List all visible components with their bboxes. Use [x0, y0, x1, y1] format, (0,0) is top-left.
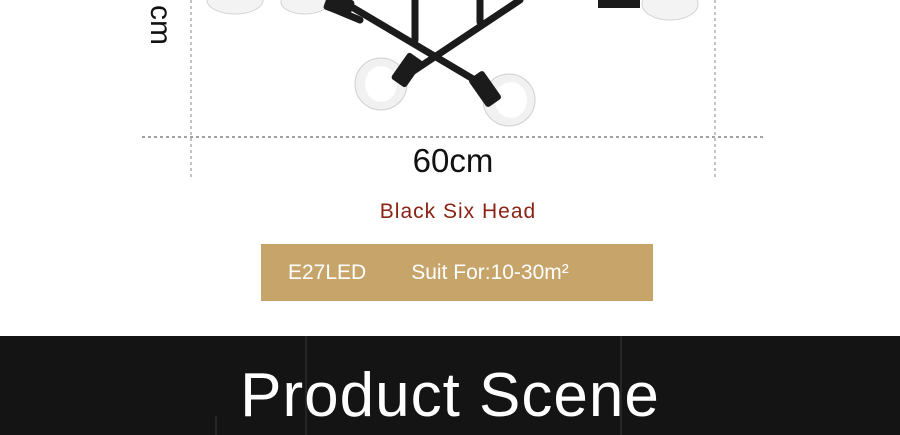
top-left-bulb [206, 0, 264, 15]
width-dimension-label: 60cm [412, 142, 494, 179]
variant-title: Black Six Head [379, 200, 537, 223]
height-dimension-label: cm [144, 5, 177, 45]
bottom-right-lamp [469, 71, 536, 127]
bottom-left-lamp [354, 52, 423, 111]
top-middle-bulb [280, 0, 330, 15]
product-scene-banner: Product Scene [0, 336, 900, 435]
product-scene-title: Product Scene [240, 361, 660, 430]
bulb-type-label: E27LED [288, 260, 367, 284]
suitable-area-label: Suit For:10-30m² [411, 260, 569, 284]
spec-bar: E27LED Suit For:10-30m² [261, 244, 653, 301]
product-dimension-figure: cm 60cm Black Six Head E27LED Suit For:1… [0, 0, 900, 336]
top-right-lamp [598, 0, 699, 21]
